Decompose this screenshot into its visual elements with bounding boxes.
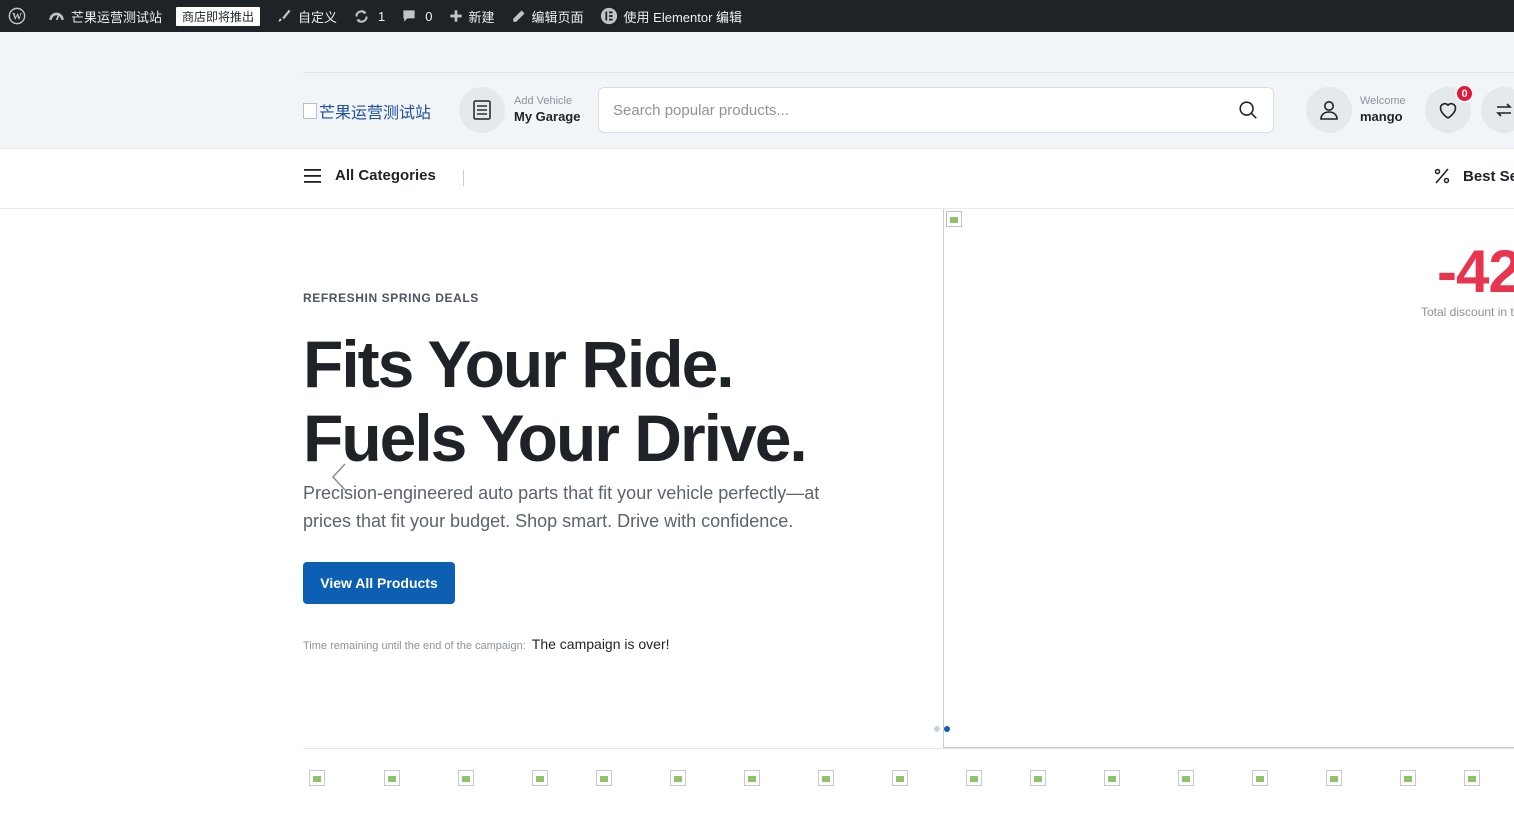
elementor-label: 使用 Elementor 编辑 bbox=[623, 9, 743, 25]
customize-link[interactable]: 自定义 bbox=[268, 0, 345, 32]
brand-logo-image[interactable] bbox=[458, 770, 474, 786]
add-vehicle-label: Add Vehicle bbox=[514, 95, 573, 107]
my-garage-label: My Garage bbox=[514, 108, 581, 124]
hero-headline-line2: Fuels Your Drive. bbox=[303, 401, 808, 475]
discount-value: -42 bbox=[1437, 238, 1514, 305]
user-icon bbox=[1320, 101, 1338, 120]
elementor-edit-link[interactable]: 使用 Elementor 编辑 bbox=[592, 0, 750, 32]
heart-icon bbox=[1439, 102, 1457, 119]
hamburger-menu-icon bbox=[304, 168, 321, 183]
hero-description: Precision-engineered auto parts that fit… bbox=[303, 483, 820, 531]
compare-arrows-icon bbox=[1496, 103, 1512, 117]
brand-logo-image[interactable] bbox=[532, 770, 548, 786]
search-icon[interactable] bbox=[1237, 99, 1259, 121]
brand-logo-image[interactable] bbox=[1178, 770, 1194, 786]
comment-bubble-icon bbox=[403, 10, 415, 22]
site-logo-text: 芒果运营测试站 bbox=[319, 105, 432, 122]
site-name: 芒果运营测试站 bbox=[71, 9, 163, 25]
brand-logo-image[interactable] bbox=[1400, 770, 1416, 786]
broken-image-icon bbox=[303, 103, 317, 119]
wishlist-button[interactable]: 0 bbox=[1425, 84, 1474, 133]
wordpress-icon: W bbox=[8, 7, 26, 25]
brush-icon bbox=[278, 9, 291, 22]
site-name-menu[interactable]: 芒果运营测试站 bbox=[40, 0, 170, 32]
brand-logo-image[interactable] bbox=[818, 770, 834, 786]
plus-icon bbox=[449, 10, 462, 22]
compare-icon-wrap bbox=[1481, 87, 1514, 133]
brand-logo-image[interactable] bbox=[744, 770, 760, 786]
refresh-icon bbox=[355, 9, 368, 23]
nav-separator bbox=[463, 170, 464, 186]
dashboard-gauge-icon bbox=[49, 12, 64, 20]
hero-slide-content: REFRESHIN SPRING DEALS Fits Your Ride. F… bbox=[303, 209, 943, 747]
edit-page-label: 编辑页面 bbox=[531, 9, 584, 25]
site-logo-link[interactable]: 芒果运营测试站 bbox=[303, 99, 431, 123]
customize-label: 自定义 bbox=[298, 9, 338, 25]
username-label: mango bbox=[1360, 108, 1403, 124]
search-box bbox=[598, 87, 1274, 133]
category-navbar: All Categories Best Se bbox=[0, 149, 1514, 209]
brand-logo-image[interactable] bbox=[966, 770, 982, 786]
brand-logo-image[interactable] bbox=[1326, 770, 1342, 786]
hero-headline: Fits Your Ride. Fuels Your Drive. bbox=[303, 327, 808, 475]
hero-eyebrow: REFRESHIN SPRING DEALS bbox=[303, 291, 479, 305]
brand-logo-image[interactable] bbox=[309, 770, 325, 786]
site-header: 芒果运营测试站 Add Vehicle My Garage Welcome ma… bbox=[0, 32, 1514, 149]
elementor-icon bbox=[600, 7, 617, 25]
brand-logo-image[interactable] bbox=[596, 770, 612, 786]
new-label: 新建 bbox=[468, 9, 495, 25]
brand-logo-image[interactable] bbox=[670, 770, 686, 786]
compare-button[interactable] bbox=[1481, 87, 1514, 133]
comments-link[interactable]: 0 bbox=[393, 0, 440, 32]
campaign-timer: Time remaining until the end of the camp… bbox=[303, 636, 670, 652]
account-button[interactable]: Welcome mango bbox=[1306, 87, 1406, 133]
brand-logo-image[interactable] bbox=[1464, 770, 1480, 786]
timer-label: Time remaining until the end of the camp… bbox=[303, 640, 526, 652]
account-icon-wrap bbox=[1306, 87, 1352, 133]
svg-text:W: W bbox=[12, 12, 22, 23]
edit-page-link[interactable]: 编辑页面 bbox=[503, 0, 592, 32]
brand-logo-image[interactable] bbox=[1104, 770, 1120, 786]
brand-logo-image[interactable] bbox=[1252, 770, 1268, 786]
slider-prev-arrow-icon[interactable] bbox=[330, 462, 348, 492]
all-categories-button[interactable]: All Categories bbox=[303, 167, 436, 184]
store-badge-label: 商店即将推出 bbox=[176, 6, 261, 26]
wishlist-count-badge: 0 bbox=[1455, 84, 1474, 103]
best-sellers-label: Best Se bbox=[1463, 167, 1514, 185]
garage-icon-wrap bbox=[459, 87, 505, 133]
pencil-icon bbox=[512, 10, 525, 22]
slider-pagination bbox=[934, 726, 954, 732]
updates-link[interactable]: 1 bbox=[345, 0, 393, 32]
wp-admin-bar: W 芒果运营测试站 商店即将推出 自定义 1 0 新建 编辑页面 使用 Elem… bbox=[0, 0, 1514, 32]
my-garage-button[interactable]: Add Vehicle My Garage bbox=[459, 87, 580, 133]
brand-strip-divider bbox=[303, 748, 1514, 749]
comments-count: 0 bbox=[425, 8, 433, 24]
document-list-icon bbox=[473, 100, 491, 120]
welcome-label: Welcome bbox=[1360, 95, 1406, 107]
store-coming-soon-badge[interactable]: 商店即将推出 bbox=[170, 0, 268, 32]
percent-icon bbox=[1434, 168, 1450, 184]
hero-image-panel: -42 Total discount in t bbox=[943, 209, 1514, 748]
header-divider bbox=[303, 72, 1514, 73]
updates-count: 1 bbox=[378, 8, 386, 24]
brand-logo-image[interactable] bbox=[892, 770, 908, 786]
all-categories-label: All Categories bbox=[335, 167, 436, 184]
slider-dot-1[interactable] bbox=[934, 726, 940, 732]
brand-logo-image[interactable] bbox=[1030, 770, 1046, 786]
brand-logo-image[interactable] bbox=[384, 770, 400, 786]
view-all-products-button[interactable]: View All Products bbox=[303, 562, 455, 604]
timer-value: The campaign is over! bbox=[531, 636, 670, 652]
discount-note: Total discount in t bbox=[1421, 305, 1514, 319]
best-sellers-link[interactable]: Best Se bbox=[1433, 167, 1514, 185]
hero-headline-line1: Fits Your Ride. bbox=[303, 327, 735, 401]
new-content-menu[interactable]: 新建 bbox=[441, 0, 503, 32]
wordpress-logo-button[interactable]: W bbox=[0, 0, 40, 32]
search-input[interactable] bbox=[613, 101, 1237, 119]
slider-dot-2[interactable] bbox=[944, 726, 950, 732]
broken-image-icon bbox=[946, 211, 962, 227]
